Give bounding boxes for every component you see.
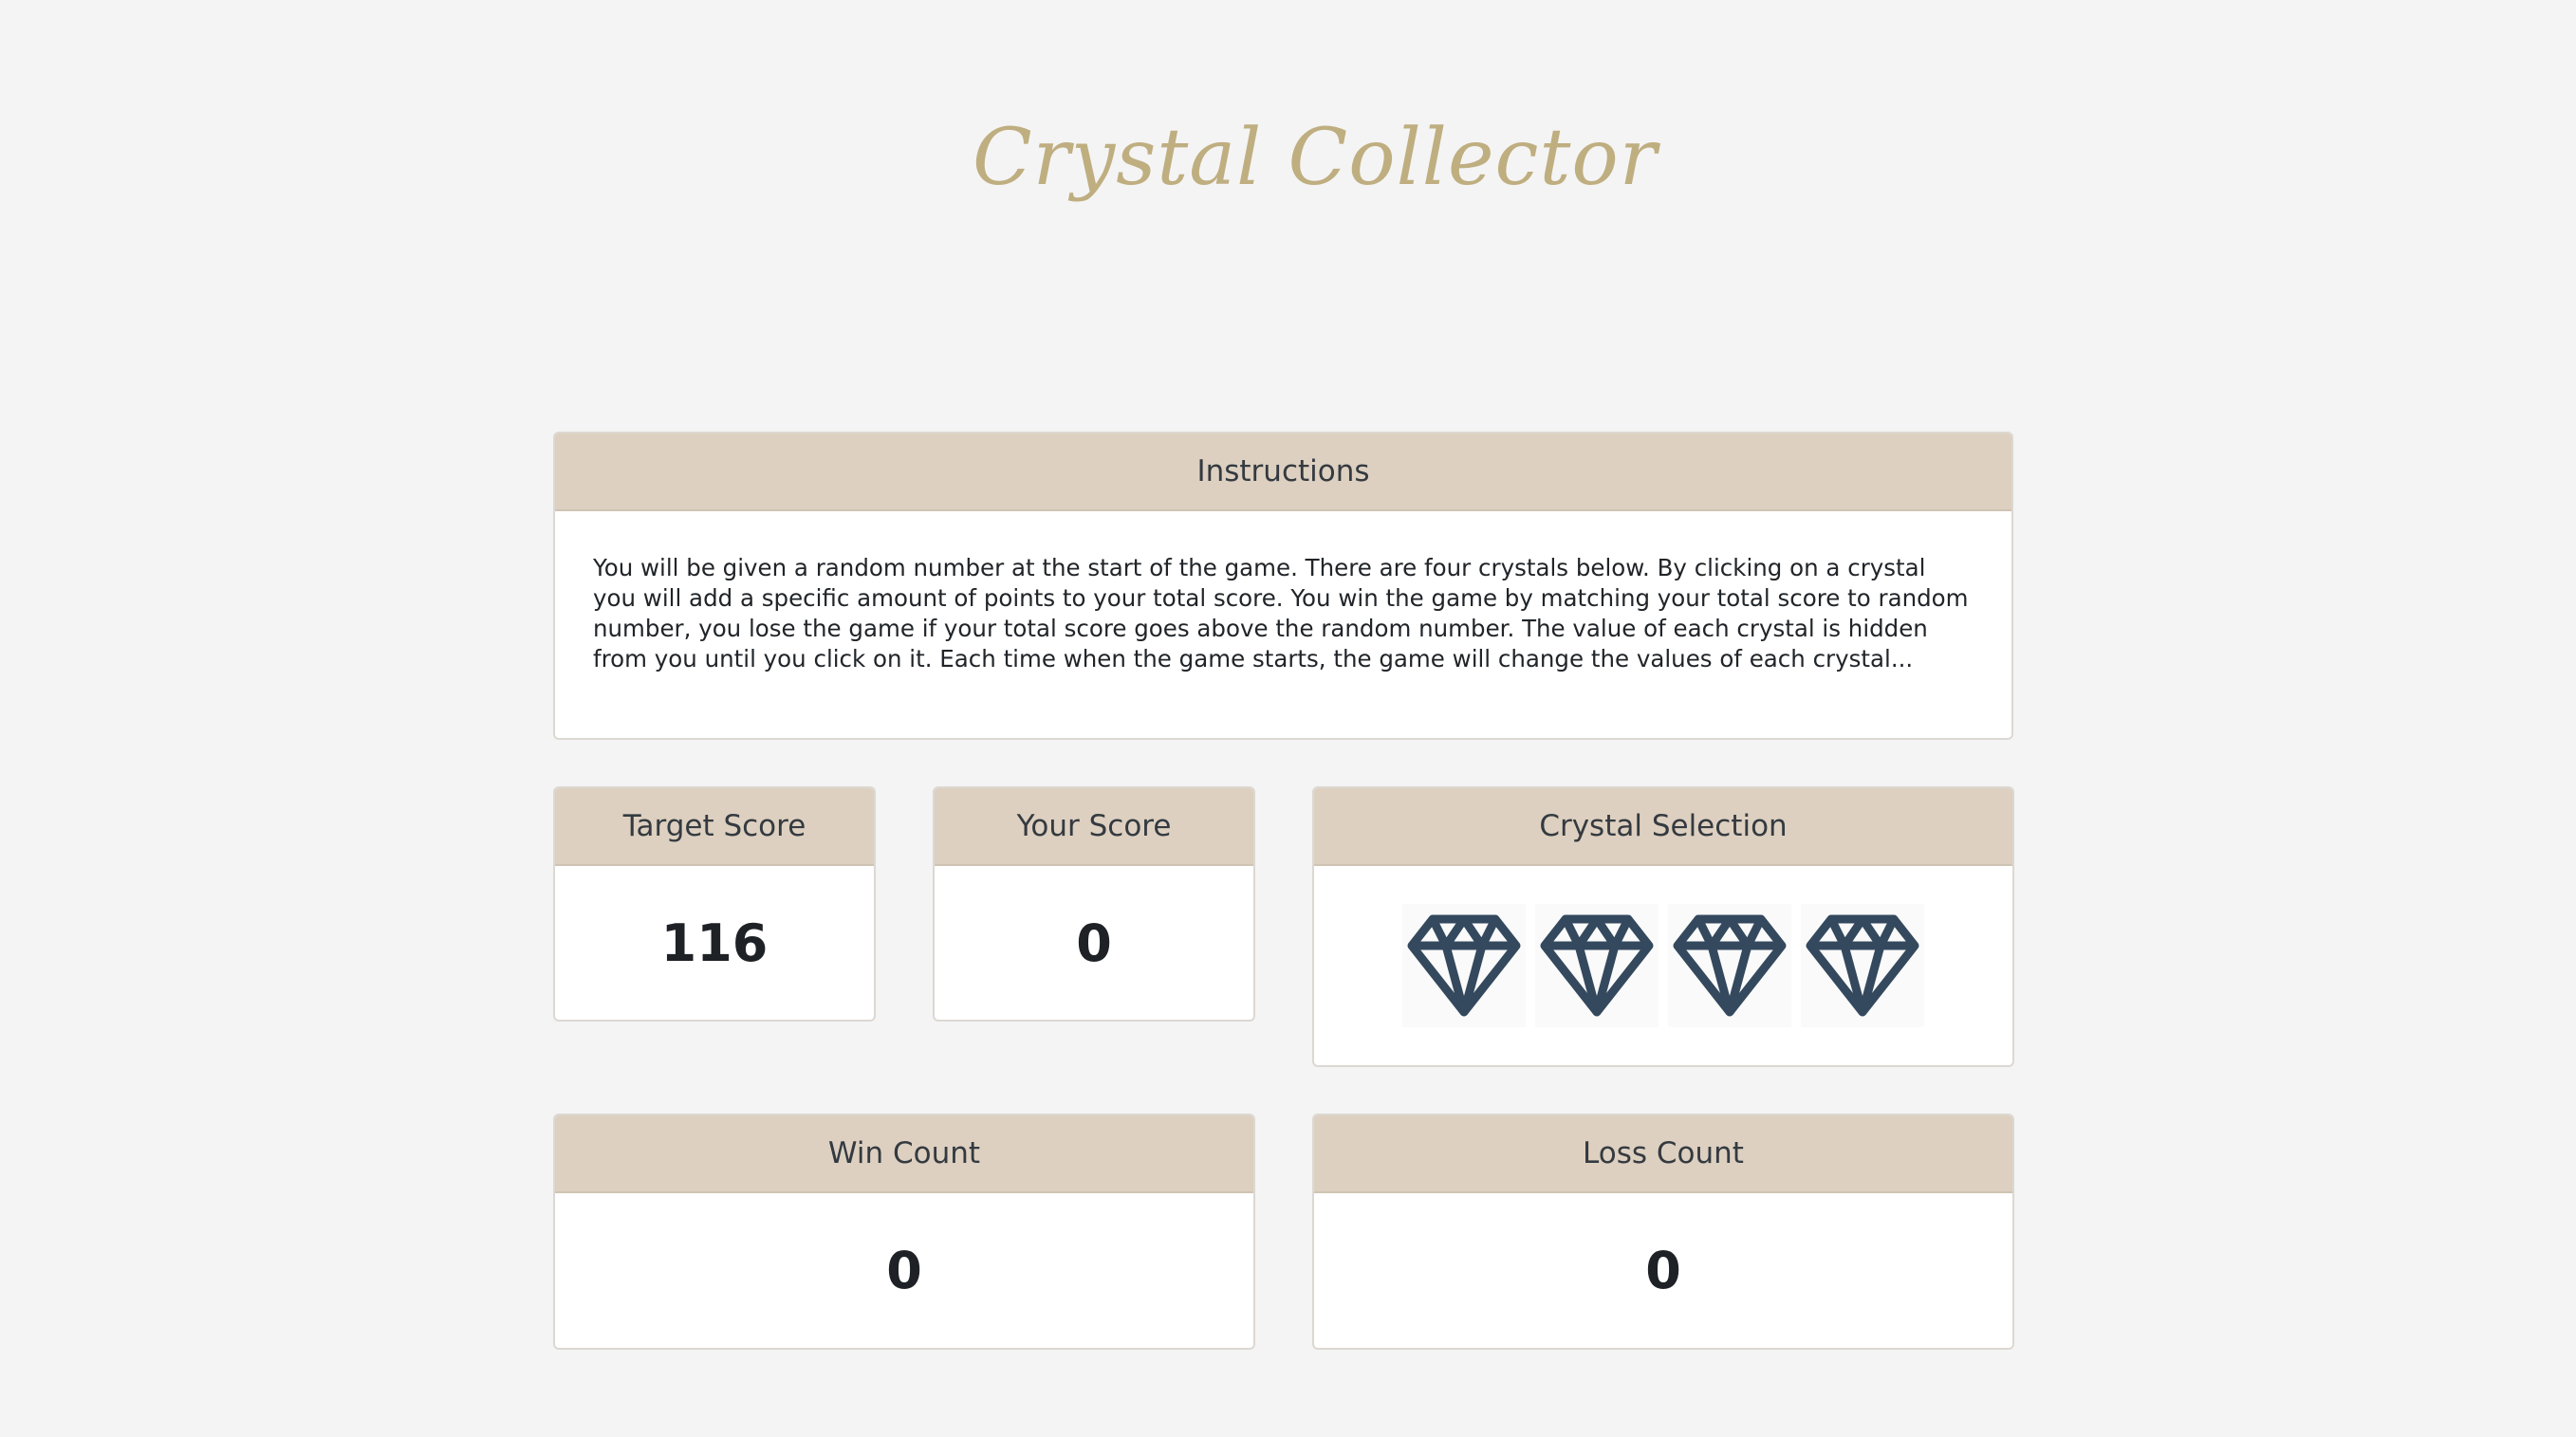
win-count-value: 0 (886, 1241, 922, 1300)
diamond-icon (1407, 914, 1521, 1017)
crystal-button-1[interactable] (1402, 904, 1526, 1027)
diamond-icon (1540, 914, 1654, 1017)
loss-count-card: Loss Count 0 (1312, 1114, 2014, 1350)
crystal-button-4[interactable] (1801, 904, 1924, 1027)
crystal-selection-header: Crystal Selection (1314, 788, 2012, 866)
your-score-value: 0 (1076, 912, 1112, 973)
instructions-text: You will be given a random number at the… (593, 554, 1969, 672)
win-count-header: Win Count (555, 1115, 1253, 1193)
your-score-card: Your Score 0 (933, 786, 1255, 1022)
instructions-card: Instructions You will be given a random … (553, 432, 2013, 740)
diamond-icon (1806, 914, 1919, 1017)
target-score-value: 116 (660, 912, 769, 973)
crystal-list (1314, 866, 2012, 1027)
loss-count-value: 0 (1645, 1241, 1681, 1300)
instructions-header: Instructions (555, 433, 2011, 511)
page-title: Crystal Collector (972, 113, 1658, 203)
win-count-card: Win Count 0 (553, 1114, 1255, 1350)
crystal-button-3[interactable] (1668, 904, 1791, 1027)
loss-count-header: Loss Count (1314, 1115, 2012, 1193)
diamond-icon (1673, 914, 1787, 1017)
your-score-header: Your Score (935, 788, 1253, 866)
target-score-header: Target Score (555, 788, 874, 866)
target-score-card: Target Score 116 (553, 786, 876, 1022)
crystal-selection-card: Crystal Selection (1312, 786, 2014, 1067)
crystal-button-2[interactable] (1535, 904, 1659, 1027)
